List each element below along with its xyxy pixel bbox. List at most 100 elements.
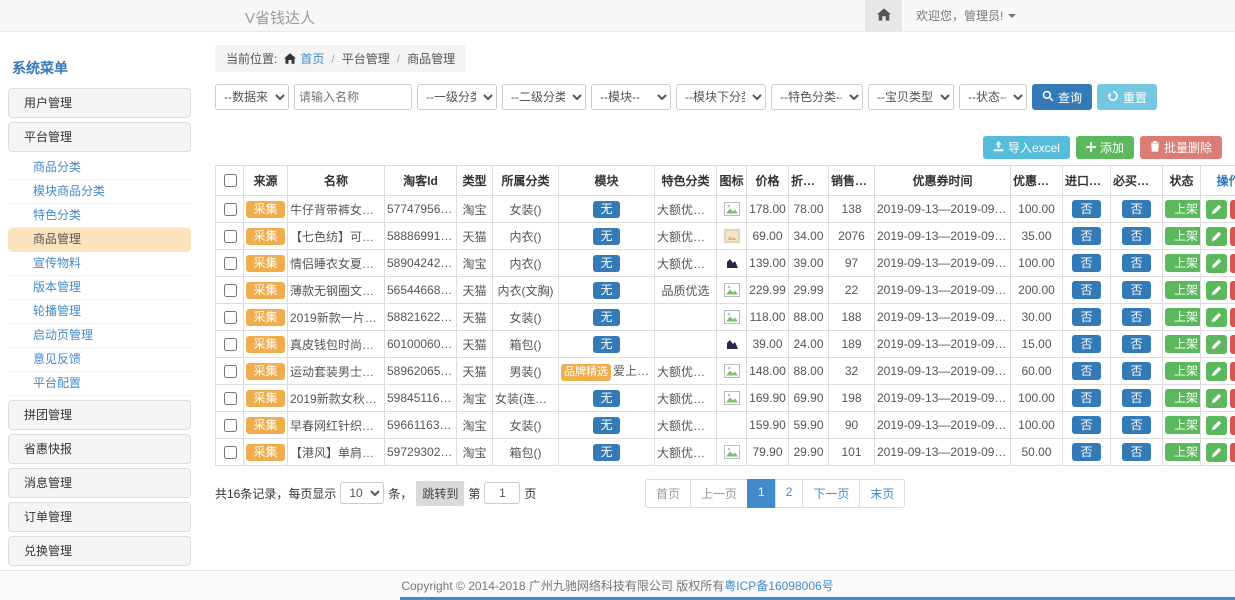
must-buy-toggle[interactable]: 否 xyxy=(1122,389,1150,407)
pager-item[interactable]: 首页 xyxy=(645,479,691,508)
must-buy-toggle[interactable]: 否 xyxy=(1122,335,1150,353)
delete-button[interactable] xyxy=(1230,254,1235,273)
icp-link[interactable]: 粤ICP备16098006号 xyxy=(724,577,833,594)
pager-item[interactable]: 2 xyxy=(775,479,804,508)
delete-button[interactable] xyxy=(1230,362,1235,381)
edit-button[interactable] xyxy=(1206,362,1227,381)
filter-select[interactable]: --二级分类-- xyxy=(502,84,586,110)
row-checkbox[interactable] xyxy=(224,311,237,324)
filter-select[interactable]: --一级分类-- xyxy=(417,84,497,110)
delete-button[interactable] xyxy=(1230,416,1235,435)
data-source-select[interactable]: --数据来源-- xyxy=(215,84,289,110)
import-select-toggle[interactable]: 否 xyxy=(1072,335,1100,353)
pager-item[interactable]: 1 xyxy=(747,479,776,508)
sidebar-subitem[interactable]: 宣传物料 xyxy=(8,252,191,276)
edit-button[interactable] xyxy=(1206,335,1227,354)
status-badge[interactable]: 上架 xyxy=(1165,227,1201,245)
status-badge[interactable]: 上架 xyxy=(1165,416,1201,434)
delete-button[interactable] xyxy=(1230,308,1235,327)
delete-button[interactable] xyxy=(1230,389,1235,408)
edit-button[interactable] xyxy=(1206,416,1227,435)
edit-button[interactable] xyxy=(1206,308,1227,327)
status-badge[interactable]: 上架 xyxy=(1165,281,1201,299)
user-menu[interactable]: 欢迎您，管理员! xyxy=(916,7,1016,24)
jump-button[interactable]: 跳转到 xyxy=(416,481,464,506)
must-buy-toggle[interactable]: 否 xyxy=(1122,227,1150,245)
search-button[interactable]: 查询 xyxy=(1032,84,1092,110)
delete-button[interactable] xyxy=(1230,335,1235,354)
add-button[interactable]: 添加 xyxy=(1076,136,1134,159)
select-all-checkbox[interactable] xyxy=(224,174,237,187)
delete-button[interactable] xyxy=(1230,281,1235,300)
status-badge[interactable]: 上架 xyxy=(1165,200,1201,218)
must-buy-toggle[interactable]: 否 xyxy=(1122,362,1150,380)
import-select-toggle[interactable]: 否 xyxy=(1072,389,1100,407)
sidebar-group[interactable]: 兑换管理 xyxy=(8,536,191,566)
row-checkbox[interactable] xyxy=(224,203,237,216)
row-checkbox[interactable] xyxy=(224,392,237,405)
name-search-input[interactable] xyxy=(294,84,412,110)
row-checkbox[interactable] xyxy=(224,446,237,459)
status-badge[interactable]: 上架 xyxy=(1165,254,1201,272)
sidebar-group[interactable]: 消息管理 xyxy=(8,468,191,498)
status-badge[interactable]: 上架 xyxy=(1165,443,1201,461)
status-badge[interactable]: 上架 xyxy=(1165,362,1201,380)
import-select-toggle[interactable]: 否 xyxy=(1072,281,1100,299)
import-select-toggle[interactable]: 否 xyxy=(1072,443,1100,461)
row-checkbox[interactable] xyxy=(224,230,237,243)
sidebar-subitem[interactable]: 意见反馈 xyxy=(8,348,191,372)
sidebar-group[interactable]: 平台管理 xyxy=(8,122,191,152)
pager-item[interactable]: 末页 xyxy=(859,479,905,508)
import-select-toggle[interactable]: 否 xyxy=(1072,308,1100,326)
must-buy-toggle[interactable]: 否 xyxy=(1122,416,1150,434)
sidebar-subitem[interactable]: 商品管理 xyxy=(8,228,191,252)
must-buy-toggle[interactable]: 否 xyxy=(1122,308,1150,326)
filter-select[interactable]: --模块-- xyxy=(591,84,671,110)
edit-button[interactable] xyxy=(1206,443,1227,462)
status-badge[interactable]: 上架 xyxy=(1165,308,1201,326)
sidebar-subitem[interactable]: 轮播管理 xyxy=(8,300,191,324)
sidebar-subitem[interactable]: 版本管理 xyxy=(8,276,191,300)
delete-button[interactable] xyxy=(1230,227,1235,246)
import-select-toggle[interactable]: 否 xyxy=(1072,200,1100,218)
edit-button[interactable] xyxy=(1206,281,1227,300)
filter-select[interactable]: --状态-- xyxy=(959,84,1027,110)
page-number-input[interactable] xyxy=(484,482,520,504)
must-buy-toggle[interactable]: 否 xyxy=(1122,200,1150,218)
sidebar-group[interactable]: 订单管理 xyxy=(8,502,191,532)
sidebar-group[interactable]: 拼团管理 xyxy=(8,400,191,430)
per-page-select[interactable]: 10 xyxy=(340,482,384,504)
sidebar-subitem[interactable]: 商品分类 xyxy=(8,156,191,180)
row-checkbox[interactable] xyxy=(224,365,237,378)
must-buy-toggle[interactable]: 否 xyxy=(1122,281,1150,299)
row-checkbox[interactable] xyxy=(224,257,237,270)
breadcrumb-home-link[interactable]: 首页 xyxy=(300,50,324,67)
edit-button[interactable] xyxy=(1206,200,1227,219)
sidebar-subitem[interactable]: 启动页管理 xyxy=(8,324,191,348)
status-badge[interactable]: 上架 xyxy=(1165,335,1201,353)
import-select-toggle[interactable]: 否 xyxy=(1072,362,1100,380)
pager-item[interactable]: 上一页 xyxy=(690,479,748,508)
row-checkbox[interactable] xyxy=(224,338,237,351)
must-buy-toggle[interactable]: 否 xyxy=(1122,254,1150,272)
import-excel-button[interactable]: 导入excel xyxy=(983,136,1070,159)
filter-select[interactable]: --模块下分类-- xyxy=(676,84,766,110)
import-select-toggle[interactable]: 否 xyxy=(1072,227,1100,245)
sidebar-subitem[interactable]: 模块商品分类 xyxy=(8,180,191,204)
pager-item[interactable]: 下一页 xyxy=(802,479,860,508)
import-select-toggle[interactable]: 否 xyxy=(1072,416,1100,434)
edit-button[interactable] xyxy=(1206,389,1227,408)
must-buy-toggle[interactable]: 否 xyxy=(1122,443,1150,461)
batch-delete-button[interactable]: 批量删除 xyxy=(1140,136,1222,159)
filter-select[interactable]: --特色分类-- xyxy=(771,84,863,110)
sidebar-group[interactable]: 用户管理 xyxy=(8,88,191,118)
delete-button[interactable] xyxy=(1230,443,1235,462)
filter-select[interactable]: --宝贝类型-- xyxy=(868,84,954,110)
sidebar-subitem[interactable]: 平台配置 xyxy=(8,372,191,396)
home-button[interactable] xyxy=(865,0,902,31)
import-select-toggle[interactable]: 否 xyxy=(1072,254,1100,272)
status-badge[interactable]: 上架 xyxy=(1165,389,1201,407)
reset-button[interactable]: 重置 xyxy=(1097,84,1157,110)
delete-button[interactable] xyxy=(1230,200,1235,219)
sidebar-subitem[interactable]: 特色分类 xyxy=(8,204,191,228)
